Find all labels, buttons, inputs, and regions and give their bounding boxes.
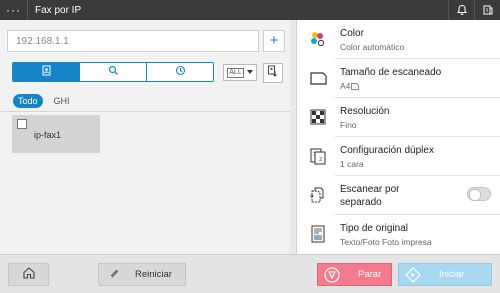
destination-label: ip-fax1 (34, 130, 62, 140)
filter-ghi-chip[interactable]: GHI (49, 94, 75, 108)
home-button[interactable] (8, 263, 49, 286)
setting-resolution[interactable]: Resolución Fino (297, 98, 500, 136)
duplex-title: Configuración dúplex (340, 145, 434, 156)
reset-icon (109, 268, 119, 281)
duplex-icon: 12 (307, 145, 329, 167)
separate-scan-icon (307, 184, 329, 206)
search-icon (108, 63, 119, 81)
page-orientation-icon (350, 81, 360, 91)
setting-color[interactable]: Color Color automático (297, 20, 500, 58)
scan-size-title: Tamaño de escaneado (340, 67, 442, 78)
bell-icon[interactable] (448, 0, 474, 20)
separate-scan-title-line2: separado (340, 197, 382, 208)
destination-pane: 192.168.1.1 + ALL Todo GHI ip-fax1 (0, 20, 290, 254)
divider (0, 111, 290, 112)
separate-scan-title-line1: Escanear por (340, 184, 400, 195)
search-tab[interactable] (80, 63, 147, 81)
duplex-value: 1 cara (340, 159, 364, 169)
reset-label: Reiniciar (135, 269, 172, 280)
index-filter-dropdown[interactable]: ALL (223, 64, 257, 81)
bottom-bar: Reiniciar Parar Iniciar (0, 254, 500, 293)
color-value: Color automático (340, 42, 405, 52)
clock-icon (175, 63, 186, 81)
filter-all-chip[interactable]: Todo (13, 94, 43, 108)
top-bar: ··· Fax por IP (0, 0, 500, 20)
group-filters: Todo GHI (13, 94, 81, 108)
svg-text:2: 2 (319, 157, 322, 163)
original-type-icon (307, 223, 329, 245)
register-address-button[interactable] (263, 63, 283, 83)
destination-checkbox[interactable] (17, 119, 27, 129)
address-book-icon (41, 63, 52, 81)
menu-button[interactable]: ··· (0, 0, 28, 20)
stop-icon (324, 266, 340, 283)
color-icon (307, 28, 329, 50)
stop-label: Parar (358, 269, 382, 280)
resolution-icon (307, 106, 329, 128)
stop-button[interactable]: Parar (317, 263, 392, 286)
scan-size-icon (307, 67, 329, 89)
setting-separate-scan[interactable]: Escanear por separado (297, 176, 500, 214)
resolution-value: Fino (340, 120, 357, 130)
address-register-icon (267, 64, 279, 82)
setting-scan-size[interactable]: Tamaño de escaneado A4 (297, 59, 500, 97)
chevron-down-icon (246, 69, 253, 76)
destination-item[interactable]: ip-fax1 (12, 115, 100, 153)
original-type-title: Tipo de original (340, 223, 409, 234)
app-title: Fax por IP (35, 4, 82, 16)
original-type-value: Texto/Foto Foto impresa (340, 237, 432, 247)
setting-duplex[interactable]: 12 Configuración dúplex 1 cara (297, 137, 500, 175)
scan-size-value-row: A4 (340, 81, 441, 91)
home-icon (22, 266, 36, 284)
ip-address-input[interactable]: 192.168.1.1 (7, 30, 259, 52)
color-title: Color (340, 28, 364, 39)
add-destination-button[interactable]: + (263, 30, 285, 52)
start-label: Iniciar (439, 269, 465, 280)
reset-button[interactable]: Reiniciar (98, 263, 186, 286)
svg-text:1: 1 (313, 152, 316, 158)
scan-size-value: A4 (340, 81, 351, 91)
address-book-tab[interactable] (13, 63, 80, 81)
resolution-title: Resolución (340, 106, 390, 117)
start-icon (405, 266, 421, 283)
separate-scan-toggle[interactable] (467, 187, 491, 201)
device-status-icon[interactable] (474, 0, 500, 20)
setting-original-type[interactable]: Tipo de original Texto/Foto Foto impresa (297, 215, 500, 253)
settings-pane: Color Color automático Tamaño de escanea… (296, 20, 500, 254)
history-tab[interactable] (147, 63, 213, 81)
top-right-icons (448, 0, 500, 20)
index-filter-value: ALL (227, 67, 244, 78)
start-button[interactable]: Iniciar (398, 263, 492, 286)
search-mode-tabs (12, 62, 214, 82)
